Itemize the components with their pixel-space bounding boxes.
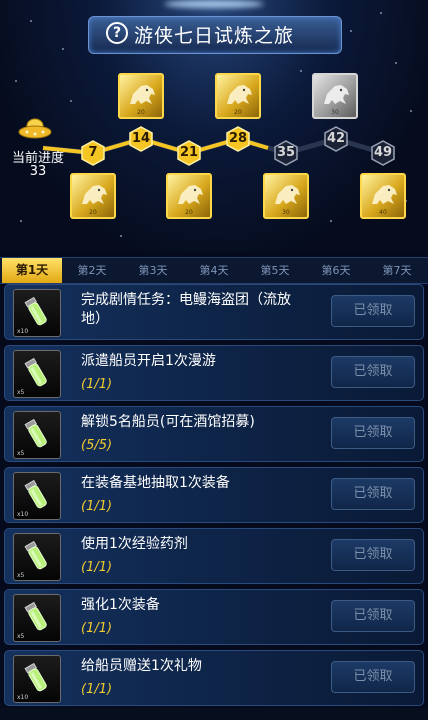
potion-tube-icon (24, 296, 47, 326)
reward-item[interactable]: x5 (13, 594, 61, 642)
milestone-badge: 7 (81, 140, 105, 166)
task-title: 完成剧情任务：电鳗海盗团（流放地） (81, 292, 291, 327)
tab-day-1[interactable]: 第1天 (2, 258, 62, 283)
task-row: x5 解锁5名船员(可在酒馆招募) (5/5) 已领取 (4, 406, 424, 462)
task-title: 强化1次装备 (81, 597, 160, 613)
claimed-button[interactable]: 已领取 (331, 295, 415, 327)
task-row: x10 在装备基地抽取1次装备 (1/1) 已领取 (4, 467, 424, 523)
task-progress: (1/1) (81, 560, 113, 575)
task-row: x5 派遣船员开启1次漫游 (1/1) 已领取 (4, 345, 424, 401)
claimed-button[interactable]: 已领取 (331, 600, 415, 632)
tab-day-5[interactable]: 第5天 (245, 258, 305, 283)
milestone-badge: 35 (274, 140, 298, 166)
potion-tube-icon (24, 357, 47, 387)
milestone-value: 35 (276, 145, 296, 160)
task-row: x5 强化1次装备 (1/1) 已领取 (4, 589, 424, 645)
progress-panel: ? 游侠七日试炼之旅 当前进度 33 7 20 14 20 21 20 28 20 35 30 42… (0, 0, 428, 252)
milestone-badge: 14 (129, 126, 153, 152)
reward-quantity: x10 (17, 328, 29, 335)
claimed-button[interactable]: 已领取 (331, 417, 415, 449)
reward-item[interactable]: x5 (13, 411, 61, 459)
claimed-button[interactable]: 已领取 (331, 356, 415, 388)
reward-chest[interactable]: 30 (312, 73, 358, 119)
chest-count: 20 (137, 109, 145, 116)
milestone-badge: 42 (324, 126, 348, 152)
reward-chest[interactable]: 30 (263, 173, 309, 219)
tab-day-4[interactable]: 第4天 (184, 258, 244, 283)
tab-day-2[interactable]: 第2天 (62, 258, 122, 283)
current-progress-value: 33 (29, 164, 47, 179)
reward-quantity: x10 (17, 511, 29, 518)
milestone-badge: 21 (177, 140, 201, 166)
beast-icon (82, 185, 107, 204)
reward-chest[interactable]: 20 (70, 173, 116, 219)
potion-tube-icon (24, 662, 47, 692)
task-progress: (1/1) (81, 621, 113, 636)
task-progress: (1/1) (81, 682, 113, 697)
task-title: 派遣船员开启1次漫游 (81, 353, 216, 369)
milestone-value: 28 (228, 131, 248, 146)
milestone-value: 14 (131, 131, 151, 146)
task-progress: (5/5) (81, 438, 113, 453)
day-tabs: 第1天 第2天 第3天 第4天 第5天 第6天 第7天 (0, 257, 428, 284)
reward-quantity: x5 (17, 450, 25, 457)
potion-tube-icon (24, 418, 47, 448)
beast-icon (324, 85, 349, 104)
milestone-value: 42 (326, 131, 346, 146)
task-title: 给船员赠送1次礼物 (81, 658, 202, 674)
claimed-button[interactable]: 已领取 (331, 661, 415, 693)
chest-count: 30 (331, 109, 339, 116)
chest-count: 20 (234, 109, 242, 116)
reward-quantity: x10 (17, 694, 29, 701)
beast-icon (372, 185, 397, 204)
reward-chest[interactable]: 20 (166, 173, 212, 219)
potion-tube-icon (24, 540, 47, 570)
task-title: 使用1次经验药剂 (81, 536, 188, 552)
task-row: x10 完成剧情任务：电鳗海盗团（流放地） 已领取 (4, 284, 424, 340)
beast-icon (130, 85, 155, 104)
potion-tube-icon (24, 601, 47, 631)
tab-day-3[interactable]: 第3天 (123, 258, 183, 283)
task-title: 解锁5名船员(可在酒馆招募) (81, 414, 255, 430)
claimed-button[interactable]: 已领取 (331, 539, 415, 571)
milestone-badge: 28 (226, 126, 250, 152)
task-row: x10 给船员赠送1次礼物 (1/1) 已领取 (4, 650, 424, 706)
beast-icon (275, 185, 300, 204)
tab-day-7[interactable]: 第7天 (367, 258, 427, 283)
reward-item[interactable]: x10 (13, 289, 61, 337)
reward-item[interactable]: x10 (13, 655, 61, 703)
task-row: x5 使用1次经验药剂 (1/1) 已领取 (4, 528, 424, 584)
bottom-bar (0, 708, 428, 720)
tab-day-6[interactable]: 第6天 (306, 258, 366, 283)
reward-item[interactable]: x5 (13, 350, 61, 398)
milestone-value: 7 (88, 145, 98, 160)
reward-chest[interactable]: 40 (360, 173, 406, 219)
chest-count: 20 (185, 209, 193, 216)
task-progress: (1/1) (81, 499, 113, 514)
claimed-button[interactable]: 已领取 (331, 478, 415, 510)
reward-quantity: x5 (17, 389, 25, 396)
chest-count: 30 (282, 209, 290, 216)
beast-icon (178, 185, 203, 204)
chest-count: 40 (379, 209, 387, 216)
milestone-value: 49 (373, 145, 393, 160)
reward-chest[interactable]: 20 (118, 73, 164, 119)
reward-quantity: x5 (17, 572, 25, 579)
reward-quantity: x5 (17, 633, 25, 640)
reward-chest[interactable]: 20 (215, 73, 261, 119)
milestone-value: 21 (179, 145, 199, 160)
task-title: 在装备基地抽取1次装备 (81, 475, 230, 491)
reward-item[interactable]: x10 (13, 472, 61, 520)
ufo-icon (18, 118, 52, 139)
task-progress: (1/1) (81, 377, 113, 392)
beast-icon (227, 85, 252, 104)
chest-count: 20 (89, 209, 97, 216)
reward-item[interactable]: x5 (13, 533, 61, 581)
potion-tube-icon (24, 479, 47, 509)
milestone-badge: 49 (371, 140, 395, 166)
